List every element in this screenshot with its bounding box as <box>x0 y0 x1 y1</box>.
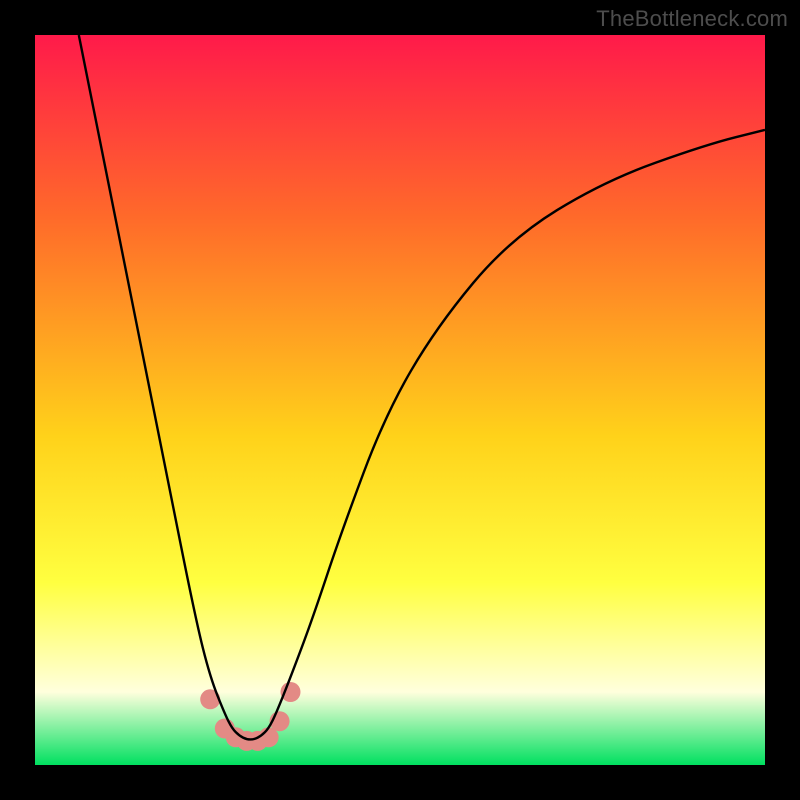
watermark-text: TheBottleneck.com <box>596 6 788 32</box>
curve-path <box>79 35 765 739</box>
plot-area <box>35 35 765 765</box>
chart-frame: TheBottleneck.com <box>0 0 800 800</box>
bottleneck-curve <box>35 35 765 765</box>
